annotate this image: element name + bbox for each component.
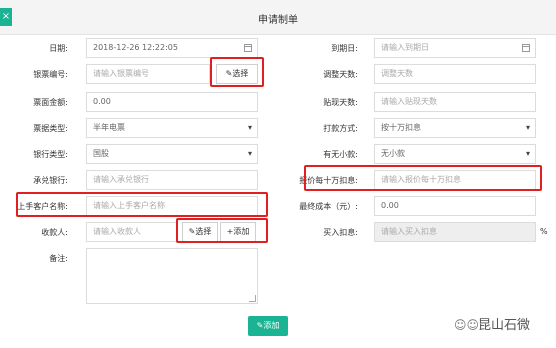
highlight-payee-buttons	[176, 218, 268, 243]
remarks-label: 备注:	[49, 254, 68, 263]
buy-interest-label: 买入扣息:	[323, 228, 358, 237]
payee-label: 收款人:	[41, 228, 68, 237]
discount-days-field[interactable]: 请输入贴现天数	[374, 92, 536, 112]
highlight-bill-select	[210, 57, 264, 87]
amount-field[interactable]: 0.00	[86, 92, 258, 112]
date-label: 日期:	[49, 44, 68, 53]
small-amount-select[interactable]: 无小款	[374, 144, 536, 164]
bill-no-label: 银票编号:	[33, 70, 68, 79]
bill-type-label: 票据类型:	[33, 124, 68, 133]
dialog-title: 申请制单	[258, 15, 298, 26]
bill-type-select[interactable]: 半年电票	[86, 118, 258, 138]
quote-method-label: 打款方式:	[323, 124, 358, 133]
resize-grip-icon[interactable]	[249, 295, 256, 302]
calendar-icon[interactable]	[522, 44, 530, 52]
small-amount-label: 有无小款:	[323, 150, 358, 159]
final-cost-label: 最终成本（元）:	[299, 202, 358, 211]
add-button[interactable]: ✎添加	[248, 316, 288, 336]
bank-type-label: 银行类型:	[33, 150, 68, 159]
bill-no-field[interactable]: 请输入银票编号	[86, 64, 210, 84]
wechat-icon: ☺☺	[454, 318, 480, 332]
final-cost-field[interactable]: 0.00	[374, 196, 536, 216]
amount-label: 票面金额:	[33, 98, 68, 107]
quote-method-select[interactable]: 按十万扣息	[374, 118, 536, 138]
adjust-days-field[interactable]: 调整天数	[374, 64, 536, 84]
discount-days-label: 贴现天数:	[323, 98, 358, 107]
buy-interest-unit: %	[540, 227, 548, 236]
due-date-label: 到期日:	[331, 44, 358, 53]
payee-field[interactable]: 请输入收款人	[86, 222, 178, 242]
date-field[interactable]: 2018-12-26 12:22:05	[86, 38, 258, 58]
calendar-icon[interactable]	[244, 44, 252, 52]
watermark: ☺☺昆山石微	[454, 318, 531, 333]
acceptor-field[interactable]: 请输入承兑银行	[86, 170, 258, 190]
adjust-days-label: 调整天数:	[323, 70, 358, 79]
dialog-titlebar: × 申请制单	[0, 0, 556, 35]
due-date-field[interactable]: 请输入到期日	[374, 38, 536, 58]
acceptor-label: 承兑银行:	[33, 176, 68, 185]
highlight-upstream-client	[16, 192, 268, 217]
bank-type-select[interactable]: 国股	[86, 144, 258, 164]
buy-interest-field: 请输入买入扣息	[374, 222, 536, 242]
highlight-quote-per-100k	[304, 165, 542, 191]
remarks-textarea[interactable]	[86, 248, 258, 304]
